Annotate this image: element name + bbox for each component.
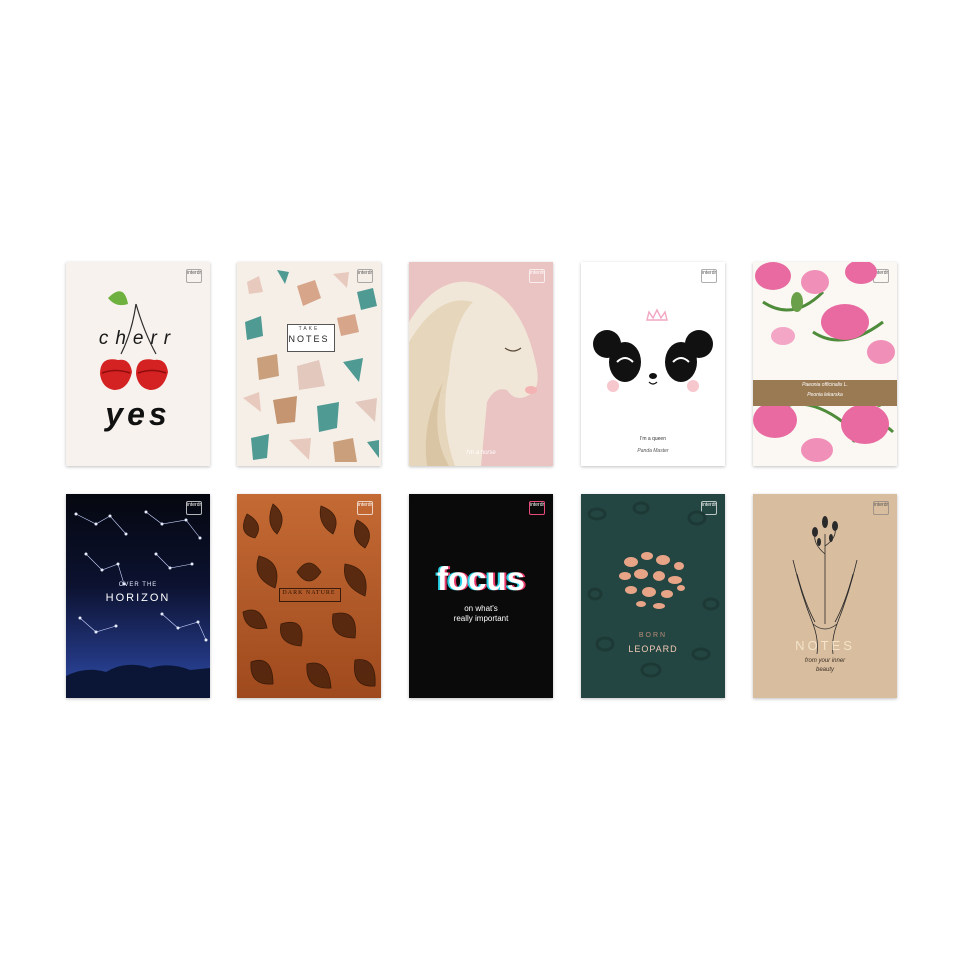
cover-small-text: I'm a queen: [640, 436, 666, 442]
cover-title: focus: [436, 560, 525, 597]
cover-title: NOTES: [795, 638, 855, 653]
cover-subtitle-line2: really important: [453, 614, 509, 623]
unicorn-illustration: [409, 281, 538, 466]
cover-signature: Panda Master: [637, 448, 669, 454]
brand-logo: interdruk: [529, 501, 545, 515]
unicorn-cover[interactable]: interdruk I'm a horse: [409, 262, 553, 466]
cover-subtitle-line1: from your inner: [804, 658, 846, 664]
terrazzo-cover[interactable]: interdruk TAKE NOTES: [237, 262, 381, 466]
cover-title-line1: cherr: [98, 328, 178, 349]
cover-title: HORIZON: [105, 592, 171, 604]
hands-cover[interactable]: interdruk NOTES from your inner beauty: [753, 494, 897, 698]
cherry-illustration: [100, 291, 168, 390]
cover-subtitle-line2: beauty: [815, 667, 834, 673]
panda-cover[interactable]: interdruk I'm a queen Panda Master: [581, 262, 725, 466]
cover-title-line2: yes: [105, 396, 171, 432]
cover-label-line1: Paeonia officinalis L.: [802, 382, 848, 388]
cover-small-text: OVER THE: [118, 582, 158, 588]
cover-signature: I'm a horse: [466, 450, 496, 456]
cover-title: LEOPARD: [628, 644, 678, 654]
cover-label-line2: Peonia lekarska: [807, 392, 843, 398]
horizon-cover[interactable]: interdruk OVER THE HORIZON: [66, 494, 210, 698]
leopard-cover[interactable]: interdruk BORN LEOPARD: [581, 494, 725, 698]
moth-cover[interactable]: interdruk DARK NATURE: [237, 494, 381, 698]
peony-illustration: [753, 262, 895, 462]
cover-subtitle-line1: on what's: [464, 604, 498, 613]
cherry-cover[interactable]: interdruk cherr yes: [66, 262, 210, 466]
cover-small-text: TAKE: [298, 326, 320, 332]
peony-cover[interactable]: interdruk Paeonia officinalis L. Peonia …: [753, 262, 897, 466]
focus-cover[interactable]: interdruk focus on what's really importa…: [409, 494, 553, 698]
cover-title: NOTES: [288, 334, 330, 344]
cover-title: DARK NATURE: [282, 590, 336, 596]
cover-small-text: BORN: [638, 632, 668, 639]
terrazzo-pattern: [243, 270, 379, 462]
leopard-pattern: [587, 501, 720, 678]
